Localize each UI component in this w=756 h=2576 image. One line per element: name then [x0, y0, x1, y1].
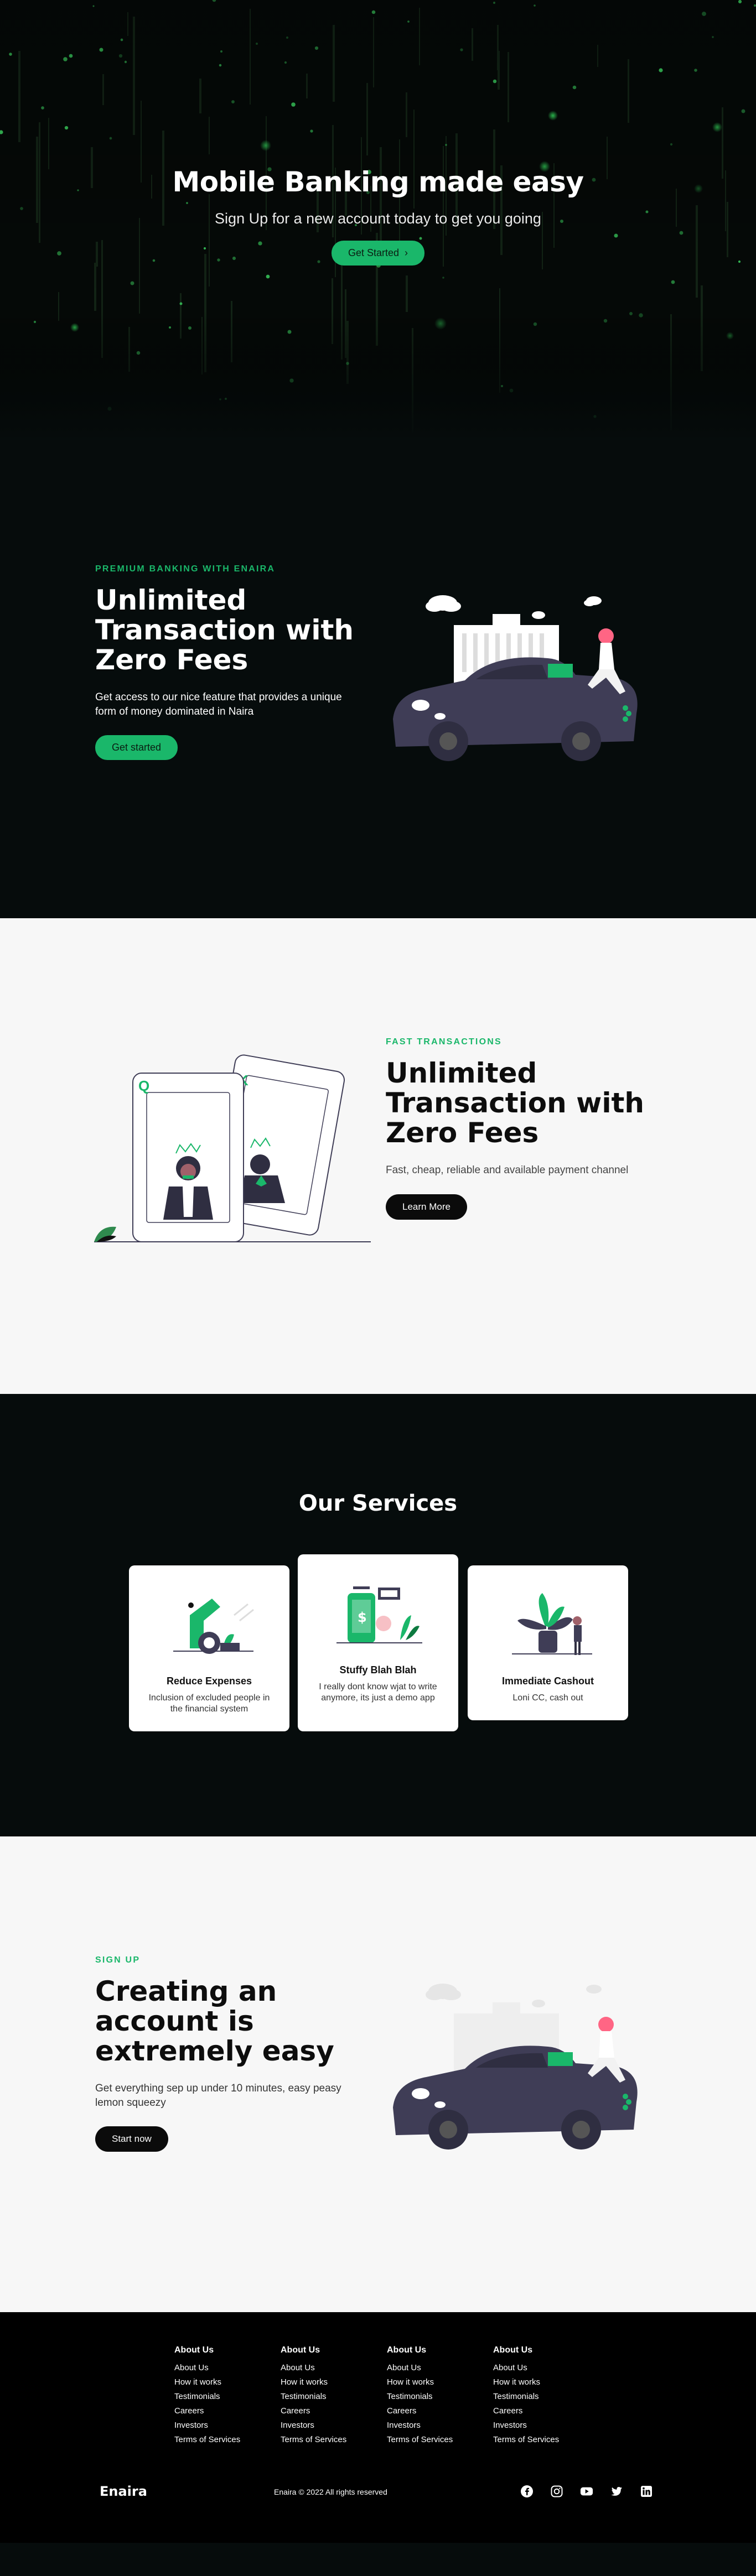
hero-title: Mobile Banking made easy	[172, 166, 584, 198]
footer-column-heading: About Us	[387, 2345, 427, 2355]
premium-get-started-label: Get started	[112, 742, 162, 753]
footer-link-how-it-works[interactable]: How it works	[174, 2377, 281, 2387]
footer-column: About Us About Us How it works Testimoni…	[387, 2345, 493, 2449]
cards-illustration: K Q	[94, 1054, 371, 1242]
footer-link-about[interactable]: About Us	[174, 2363, 281, 2372]
youtube-icon[interactable]	[580, 2485, 593, 2498]
fast-title: Unlimited Transaction with Zero Fees	[386, 1057, 644, 1149]
svg-text:$: $	[358, 1610, 367, 1625]
footer-link-how-it-works[interactable]: How it works	[281, 2377, 387, 2387]
premium-text-block: PREMIUM BANKING WITH ENAIRA Unlimited Tr…	[95, 564, 361, 761]
footer-link-testimonials[interactable]: Testimonials	[281, 2392, 387, 2401]
services-title: Our Services	[298, 1491, 458, 1516]
footer-link-terms[interactable]: Terms of Services	[387, 2435, 493, 2444]
hero-content: Mobile Banking made easy Sign Up for a n…	[0, 166, 756, 266]
footer-column-heading: About Us	[174, 2345, 214, 2355]
footer-column: About Us About Us How it works Testimoni…	[281, 2345, 387, 2449]
premium-title: Unlimited Transaction with Zero Fees	[95, 584, 354, 676]
service-card-reduce-expenses[interactable]: Reduce Expenses Inclusion of excluded pe…	[129, 1565, 289, 1731]
service-card-stuffy[interactable]: $ Stuffy Blah Blah I really dont know wj…	[298, 1554, 458, 1731]
get-started-button[interactable]: Get Started ›	[331, 241, 425, 266]
footer-link-terms[interactable]: Terms of Services	[174, 2435, 281, 2444]
footer-link-investors[interactable]: Investors	[281, 2421, 387, 2430]
service-card-title: Immediate Cashout	[501, 1675, 594, 1687]
fast-transactions-section: K Q FAST TRANSACTIONS Unlimited Transact…	[0, 918, 756, 1394]
footer-link-terms[interactable]: Terms of Services	[281, 2435, 387, 2444]
fast-eyebrow: FAST TRANSACTIONS	[386, 1037, 502, 1047]
get-started-label: Get Started	[348, 247, 400, 258]
signup-section: SIGN UP Creating an account is extremely…	[0, 1836, 756, 2312]
footer-link-how-it-works[interactable]: How it works	[493, 2377, 599, 2387]
queen-card: Q	[132, 1073, 244, 1242]
services-section: Our Services Reduce Expenses Inclusion o…	[0, 1394, 756, 1836]
signup-text-block: SIGN UP Creating an account is extremely…	[95, 1955, 350, 2152]
footer-link-testimonials[interactable]: Testimonials	[387, 2392, 493, 2401]
footer-link-investors[interactable]: Investors	[493, 2421, 599, 2430]
premium-description: Get access to our nice feature that prov…	[95, 691, 342, 717]
signup-eyebrow: SIGN UP	[95, 1955, 141, 1965]
learn-more-button[interactable]: Learn More	[386, 1194, 467, 1220]
footer-link-careers[interactable]: Careers	[387, 2406, 493, 2416]
footer-link-careers[interactable]: Careers	[493, 2406, 599, 2416]
footer-link-careers[interactable]: Careers	[174, 2406, 281, 2416]
expenses-illustration-icon	[173, 1599, 254, 1654]
instagram-icon[interactable]	[550, 2485, 563, 2498]
footer-link-investors[interactable]: Investors	[174, 2421, 281, 2430]
service-card-title: Reduce Expenses	[166, 1675, 252, 1687]
service-card-title: Stuffy Blah Blah	[339, 1664, 417, 1675]
fast-text-block: FAST TRANSACTIONS Unlimited Transaction …	[386, 1037, 651, 1220]
twitter-icon[interactable]	[610, 2485, 623, 2498]
footer-bottom-bar: Enaira Enaira © 2022 All rights reserved	[0, 2478, 756, 2511]
copyright-text: Enaira © 2022 All rights reserved	[274, 2487, 387, 2496]
footer-column-heading: About Us	[281, 2345, 320, 2355]
service-card-description: Loni CC, cash out	[512, 1693, 583, 1703]
social-links	[520, 2485, 653, 2498]
phone-illustration-icon: $	[336, 1586, 422, 1643]
footer-link-about[interactable]: About Us	[493, 2363, 599, 2372]
brand-logo[interactable]: Enaira	[100, 2484, 147, 2499]
premium-eyebrow: PREMIUM BANKING WITH ENAIRA	[95, 564, 276, 574]
premium-get-started-button[interactable]: Get started	[95, 735, 178, 761]
footer-link-careers[interactable]: Careers	[281, 2406, 387, 2416]
footer-link-how-it-works[interactable]: How it works	[387, 2377, 493, 2387]
car-illustration	[393, 595, 638, 761]
plant-illustration-icon	[512, 1593, 592, 1655]
linkedin-icon[interactable]	[640, 2485, 653, 2498]
footer-link-about[interactable]: About Us	[387, 2363, 493, 2372]
hero-subtitle: Sign Up for a new account today to get y…	[215, 210, 541, 227]
premium-section: PREMIUM BANKING WITH ENAIRA Unlimited Tr…	[0, 443, 756, 918]
footer-column: About Us About Us How it works Testimoni…	[493, 2345, 599, 2449]
car-illustration-light	[393, 1984, 638, 2150]
signup-description: Get everything sep up under 10 minutes, …	[95, 2083, 341, 2109]
chevron-right-icon: ›	[405, 247, 408, 258]
footer-link-terms[interactable]: Terms of Services	[493, 2435, 599, 2444]
service-card-description: I really dont know wjat to write anymore…	[319, 1682, 437, 1703]
footer-link-about[interactable]: About Us	[281, 2363, 387, 2372]
footer-link-investors[interactable]: Investors	[387, 2421, 493, 2430]
footer-column-heading: About Us	[493, 2345, 533, 2355]
footer-link-testimonials[interactable]: Testimonials	[174, 2392, 281, 2401]
service-card-description: Inclusion of excluded people in the fina…	[148, 1693, 270, 1714]
card-letter-q: Q	[138, 1078, 149, 1094]
footer: About Us About Us How it works Testimoni…	[0, 2312, 756, 2543]
start-now-button[interactable]: Start now	[95, 2126, 168, 2152]
footer-link-testimonials[interactable]: Testimonials	[493, 2392, 599, 2401]
signup-title: Creating an account is extremely easy	[95, 1975, 334, 2067]
fast-description: Fast, cheap, reliable and available paym…	[386, 1164, 629, 1176]
service-card-immediate-cashout[interactable]: Immediate Cashout Loni CC, cash out	[468, 1565, 628, 1720]
footer-columns: About Us About Us How it works Testimoni…	[174, 2345, 599, 2449]
facebook-icon[interactable]	[520, 2485, 534, 2498]
footer-column: About Us About Us How it works Testimoni…	[174, 2345, 281, 2449]
hero-section: Mobile Banking made easy Sign Up for a n…	[0, 0, 756, 443]
